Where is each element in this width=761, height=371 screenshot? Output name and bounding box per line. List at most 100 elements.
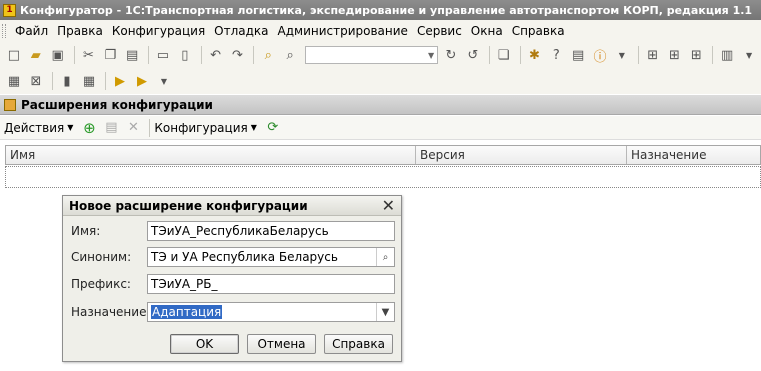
synonym-label: Синоним: [71, 250, 132, 264]
help-context-icon[interactable]: ? [546, 45, 566, 65]
module-icon[interactable]: ▥ [717, 45, 737, 65]
cancel-button[interactable]: Отмена [247, 334, 316, 354]
window-titlebar: 1 Конфигуратор - 1С:Транспортная логисти… [0, 0, 761, 20]
compare-icon[interactable]: ⊠ [26, 71, 46, 91]
search-combo[interactable]: ▼ [305, 46, 439, 64]
info-icon[interactable]: ⓘ [590, 45, 610, 65]
chevron-down-icon: ▼ [250, 123, 257, 132]
column-header-name[interactable]: Имя [6, 146, 416, 164]
name-value: ТЭиУА_РеспубликаБеларусь [151, 224, 329, 238]
toolbar-separator [712, 46, 714, 64]
panel-actions-bar: Действия ▼ ⊕ ▤ ✕ Конфигурация ▼ ⟳ [0, 116, 761, 140]
panel-title: Расширения конфигурации [21, 97, 213, 112]
help-button[interactable]: Справка [324, 334, 393, 354]
name-label: Имя: [71, 224, 101, 238]
configuration-icon[interactable]: ▦ [4, 71, 24, 91]
open-folder-icon[interactable]: ▰ [26, 45, 46, 65]
ok-button[interactable]: OK [170, 334, 239, 354]
syntax-helper-icon[interactable]: ✱ [525, 45, 545, 65]
configuration-menu-button[interactable]: Конфигурация ▼ [154, 121, 256, 135]
start-debug-icon[interactable]: ▶ [110, 71, 130, 91]
table-row[interactable] [5, 166, 761, 188]
toolbar-separator [253, 46, 255, 64]
find-in-files-icon[interactable]: ⌕ [258, 45, 278, 65]
chevron-down-icon[interactable]: ▼ [376, 303, 394, 321]
menu-grip [2, 24, 6, 38]
print-icon[interactable]: ▭ [153, 45, 173, 65]
toolbar-separator [105, 72, 106, 90]
edit-icon[interactable]: ▤ [101, 118, 121, 138]
cut-icon[interactable]: ✂ [79, 45, 99, 65]
save-icon[interactable]: ▣ [48, 45, 68, 65]
menu-windows[interactable]: Окна [467, 24, 507, 38]
find-previous-icon[interactable]: ↺ [463, 45, 483, 65]
menu-administration[interactable]: Администрирование [274, 24, 412, 38]
toolbar-separator [519, 46, 521, 64]
add-icon[interactable]: ⊕ [79, 118, 99, 138]
purpose-label: Назначение: [71, 305, 151, 319]
name-row: Имя: ТЭиУА_РеспубликаБеларусь [71, 221, 395, 241]
panel-titlebar: Расширения конфигурации [0, 95, 761, 115]
toolbar-separator [637, 46, 639, 64]
extensions-grid-header: Имя Версия Назначение [5, 145, 761, 165]
toolbar-separator [73, 46, 75, 64]
chevron-down-icon: ▼ [67, 123, 74, 132]
chevron-down-icon[interactable]: ▼ [154, 71, 174, 91]
configuration-label: Конфигурация [154, 120, 248, 135]
purpose-value: Адаптация [151, 305, 223, 319]
prefix-row: Префикс: ТЭиУА_РБ_ [71, 274, 395, 294]
synonym-row: Синоним: ТЭ и УА Республика Беларусь ⌕ [71, 247, 395, 267]
toolbar-separator [200, 46, 202, 64]
main-toolbar: □ ▰ ▣ ✂ ❐ ▤ ▭ ▯ ↶ ↷ ⌕ ⌕ ▼ ↻ ↺ ❏ ✱ ? ▤ ⓘ … [0, 42, 761, 68]
menu-help[interactable]: Справка [508, 24, 569, 38]
tree-remove-icon[interactable]: ⊞ [686, 45, 706, 65]
help-contents-icon[interactable]: ▤ [568, 45, 588, 65]
delete-icon[interactable]: ✕ [123, 118, 143, 138]
new-extension-dialog: Новое расширение конфигурации ✕ Имя: ТЭи… [62, 195, 402, 362]
secondary-toolbar: ▦ ⊠ ▮ ▦ ▶ ▶ ▼ [0, 68, 761, 94]
dialog-title: Новое расширение конфигурации [69, 198, 308, 213]
purpose-select[interactable]: Адаптация ▼ [147, 302, 395, 322]
synonym-field[interactable]: ТЭ и УА Республика Беларусь ⌕ [147, 247, 395, 267]
refresh-icon[interactable]: ⟳ [263, 118, 283, 138]
prefix-label: Префикс: [71, 277, 131, 291]
paste-icon[interactable]: ▤ [122, 45, 142, 65]
toolbar-separator [488, 46, 490, 64]
menu-edit[interactable]: Правка [53, 24, 107, 38]
tree-icon[interactable]: ⊞ [643, 45, 663, 65]
name-field[interactable]: ТЭиУА_РеспубликаБеларусь [147, 221, 395, 241]
menu-debug[interactable]: Отладка [210, 24, 272, 38]
window-list-icon[interactable]: ❏ [494, 45, 514, 65]
dialog-buttons: OK Отмена Справка [63, 334, 401, 354]
copy-icon[interactable]: ❐ [100, 45, 120, 65]
print-preview-icon[interactable]: ▯ [175, 45, 195, 65]
menu-service[interactable]: Сервис [413, 24, 466, 38]
redo-icon[interactable]: ↷ [228, 45, 248, 65]
table-icon[interactable]: ▦ [79, 71, 99, 91]
prefix-field[interactable]: ТЭиУА_РБ_ [147, 274, 395, 294]
toolbar-separator [52, 72, 53, 90]
chevron-down-icon[interactable]: ▼ [425, 51, 437, 60]
actions-menu-button[interactable]: Действия ▼ [4, 121, 73, 135]
column-header-purpose[interactable]: Назначение [627, 146, 760, 164]
extensions-icon [4, 98, 16, 111]
toolbar-separator [149, 118, 151, 137]
find-next-icon[interactable]: ↻ [441, 45, 461, 65]
search-icon[interactable]: ⌕ [280, 45, 300, 65]
database-icon[interactable]: ▮ [57, 71, 77, 91]
chevron-down-icon[interactable]: ▼ [739, 45, 759, 65]
close-icon[interactable]: ✕ [382, 197, 395, 214]
chevron-down-icon[interactable]: ▼ [612, 45, 632, 65]
menu-file[interactable]: Файл [11, 24, 52, 38]
app-logo-icon: 1 [3, 3, 16, 17]
column-header-version[interactable]: Версия [416, 146, 627, 164]
prefix-value: ТЭиУА_РБ_ [151, 277, 218, 291]
tree-add-icon[interactable]: ⊞ [665, 45, 685, 65]
synonym-value: ТЭ и УА Республика Беларусь [151, 250, 338, 264]
new-document-icon[interactable]: □ [4, 45, 24, 65]
undo-icon[interactable]: ↶ [206, 45, 226, 65]
start-debug-dropdown-icon[interactable]: ▶ [132, 71, 152, 91]
dialog-titlebar: Новое расширение конфигурации ✕ [63, 196, 401, 216]
menu-configuration[interactable]: Конфигурация [108, 24, 209, 38]
search-icon[interactable]: ⌕ [376, 248, 394, 266]
